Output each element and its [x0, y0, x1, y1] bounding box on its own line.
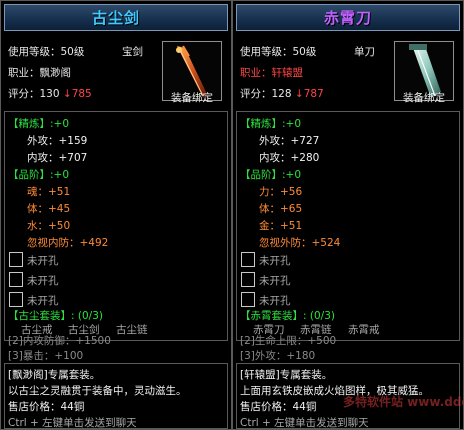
special-stat: 忽视内防：+492	[27, 237, 109, 249]
item-name: 古尘剑	[91, 9, 140, 27]
rank-stat: 体：+65	[259, 203, 303, 215]
outer-attack: 外攻：+159	[27, 135, 88, 147]
item-tooltip-right: 赤霄刀 使用等级：50级 单刀 职业：轩辕盟 评分：128 ↓787 装备绑定 …	[232, 0, 464, 430]
score-label: 评分：	[240, 88, 272, 100]
description-tag: [飘渺阁]专属套装。	[8, 369, 101, 381]
sell-price: 售店价格：44铜	[240, 401, 317, 413]
school-value: 飘渺阁	[39, 67, 72, 79]
outer-attack: 外攻：+727	[259, 135, 320, 147]
chat-hint: Ctrl + 左键单击发送到聊天	[8, 417, 137, 429]
rank-stat: 魂：+51	[27, 186, 71, 198]
rank-header: 【品阶】:+0	[8, 169, 70, 181]
sell-price: 售店价格：44铜	[8, 401, 85, 413]
item-info: 使用等级：50级 单刀 职业：轩辕盟 评分：128 ↓787 装备绑定	[236, 36, 460, 106]
rank-header: 【品阶】:+0	[240, 169, 302, 181]
socket-slot	[241, 252, 255, 267]
set-bonus: [3]外攻：+180	[240, 350, 316, 362]
socket-slot	[241, 272, 255, 287]
set-item: 古尘链	[116, 324, 148, 336]
item-description: [飘渺阁]专属套装。 以古尘之灵融贯于装备中，灵动滋生。 售店价格：44铜 Ct…	[4, 363, 228, 429]
description-text: 以古尘之灵融贯于装备中，灵动滋生。	[8, 385, 187, 397]
score-value: 128	[271, 88, 292, 100]
refine-header: 【精炼】:+0	[240, 118, 302, 130]
bind-status: 装备绑定	[171, 92, 213, 104]
rank-stat: 水：+50	[27, 220, 71, 232]
score-delta: ↓785	[62, 88, 92, 100]
score-value: 130	[39, 88, 60, 100]
item-title-bar: 赤霄刀	[236, 4, 460, 31]
weapon-type: 单刀	[354, 46, 375, 58]
socket-label: 未开孔	[27, 295, 59, 307]
socket-slot	[9, 292, 23, 307]
school-label: 职业：	[240, 67, 272, 79]
set-header: 【古尘套装】: (0/3)	[8, 310, 103, 322]
weapon-type: 宝剑	[122, 46, 143, 58]
school-row: 职业：轩辕盟	[240, 65, 303, 80]
refine-header: 【精炼】:+0	[8, 118, 70, 130]
rank-stat: 体：+45	[27, 203, 71, 215]
inner-attack: 内攻：+280	[259, 152, 320, 164]
item-name: 赤霄刀	[323, 9, 372, 27]
item-title-bar: 古尘剑	[4, 4, 228, 31]
level-requirement: 使用等级：50级	[240, 46, 317, 58]
score-delta: ↓787	[294, 88, 324, 100]
set-bonus: [2]内攻防御：+1500	[8, 335, 111, 347]
school-value: 轩辕盟	[271, 67, 304, 79]
rank-stat: 力：+56	[259, 186, 303, 198]
school-row: 职业：飘渺阁	[8, 65, 71, 80]
set-bonus: [2]生命上限：+500	[240, 335, 337, 347]
site-watermark: 多特软件站 www.ddooo.com	[343, 395, 463, 409]
score-row: 评分：130 ↓785	[8, 86, 92, 101]
socket-label: 未开孔	[259, 275, 291, 287]
socket-slot	[241, 292, 255, 307]
inner-attack: 内攻：+707	[27, 152, 88, 164]
item-tooltip-left: 古尘剑 使用等级：50级 宝剑 职业：飘渺阁 评分：130 ↓785 装备绑定 …	[0, 0, 232, 430]
bind-status: 装备绑定	[403, 92, 445, 104]
socket-label: 未开孔	[27, 275, 59, 287]
score-label: 评分：	[8, 88, 40, 100]
socket-label: 未开孔	[259, 255, 291, 267]
description-tag: [轩辕盟]专属套装。	[240, 369, 333, 381]
score-row: 评分：128 ↓787	[240, 86, 324, 101]
socket-label: 未开孔	[259, 295, 291, 307]
rank-stat: 金：+51	[259, 220, 303, 232]
school-label: 职业：	[8, 67, 40, 79]
set-item: 赤霄戒	[348, 324, 380, 336]
special-stat: 忽视外防：+524	[259, 237, 341, 249]
level-requirement: 使用等级：50级	[8, 46, 85, 58]
item-info: 使用等级：50级 宝剑 职业：飘渺阁 评分：130 ↓785 装备绑定	[4, 36, 228, 106]
chat-hint: Ctrl + 左键单击发送到聊天	[240, 417, 369, 429]
item-stats: 【精炼】:+0 外攻：+159 内攻：+707 【品阶】:+0 魂：+51 体：…	[4, 111, 228, 341]
set-bonus: [3]暴击：+100	[8, 350, 84, 362]
set-header: 【赤霄套装】: (0/3)	[240, 310, 335, 322]
socket-slot	[9, 252, 23, 267]
item-stats: 【精炼】:+0 外攻：+727 内攻：+280 【品阶】:+0 力：+56 体：…	[236, 111, 460, 341]
socket-slot	[9, 272, 23, 287]
socket-label: 未开孔	[27, 255, 59, 267]
